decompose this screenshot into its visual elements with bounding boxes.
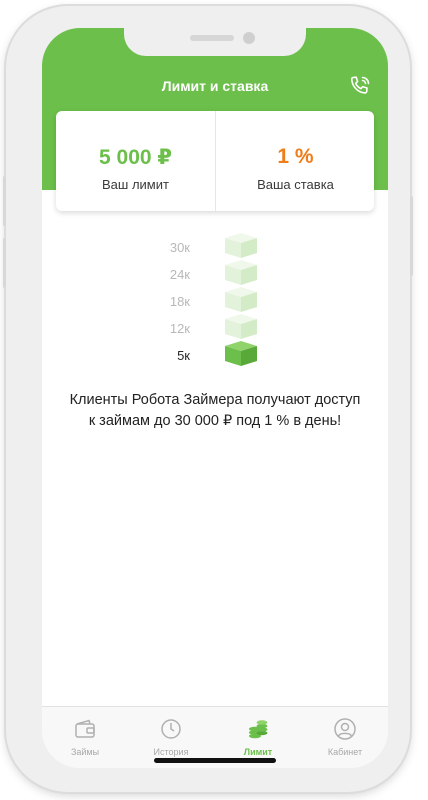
limit-description: Клиенты Робота Займера получают доступ к… xyxy=(54,390,376,432)
wallet-icon xyxy=(75,719,95,738)
description-line: Клиенты Робота Займера получают доступ xyxy=(69,392,361,408)
cube-level-30k xyxy=(225,233,257,258)
scale-level-label: 12к xyxy=(169,321,190,336)
page-title: Лимит и ставка xyxy=(161,78,269,94)
limit-block: 5 000 ₽ Ваш лимит xyxy=(56,111,215,211)
phone-side-button xyxy=(3,238,6,288)
scale-level-label-active: 5к xyxy=(177,348,190,363)
scale-level-label: 24к xyxy=(169,267,190,282)
speaker-grille xyxy=(190,35,234,41)
phone-side-button xyxy=(3,176,6,226)
scale-level-label: 30к xyxy=(169,240,190,255)
phone-call-icon[interactable] xyxy=(348,74,372,98)
description-line: к займам до 30 000 ₽ под 1 % в день! xyxy=(88,413,342,429)
limit-value: 5 000 ₽ xyxy=(99,146,172,169)
tab-label: Лимит xyxy=(243,747,273,757)
tab-label: История xyxy=(153,747,189,757)
phone-notch xyxy=(124,28,306,56)
phone-power-button xyxy=(410,196,413,276)
cube-level-12k xyxy=(225,314,257,339)
tab-label: Кабинет xyxy=(327,747,363,757)
user-icon xyxy=(334,718,356,740)
front-camera xyxy=(243,32,255,44)
rate-value: 1 % xyxy=(277,145,314,168)
scale-level-label: 18к xyxy=(169,294,190,309)
tab-label: Займы xyxy=(70,747,100,757)
cube-level-5k-active xyxy=(225,341,257,366)
tab-loans[interactable]: Займы xyxy=(42,707,128,768)
cube-level-24k xyxy=(225,260,257,285)
limit-label: Ваш лимит xyxy=(102,177,169,192)
clock-icon xyxy=(161,719,181,739)
limit-rate-card: 5 000 ₽ Ваш лимит 1 % Ваша ставка xyxy=(56,111,374,211)
cube-level-18k xyxy=(225,287,257,312)
rate-block: 1 % Ваша ставка xyxy=(215,111,375,211)
app-screen: Лимит и ставка 5 000 ₽ Ваш лимит 1 % Ваш… xyxy=(42,28,388,768)
rate-label: Ваша ставка xyxy=(257,177,334,192)
coins-icon xyxy=(249,720,268,739)
tab-cabinet[interactable]: Кабинет xyxy=(302,707,388,768)
home-indicator xyxy=(154,758,276,763)
